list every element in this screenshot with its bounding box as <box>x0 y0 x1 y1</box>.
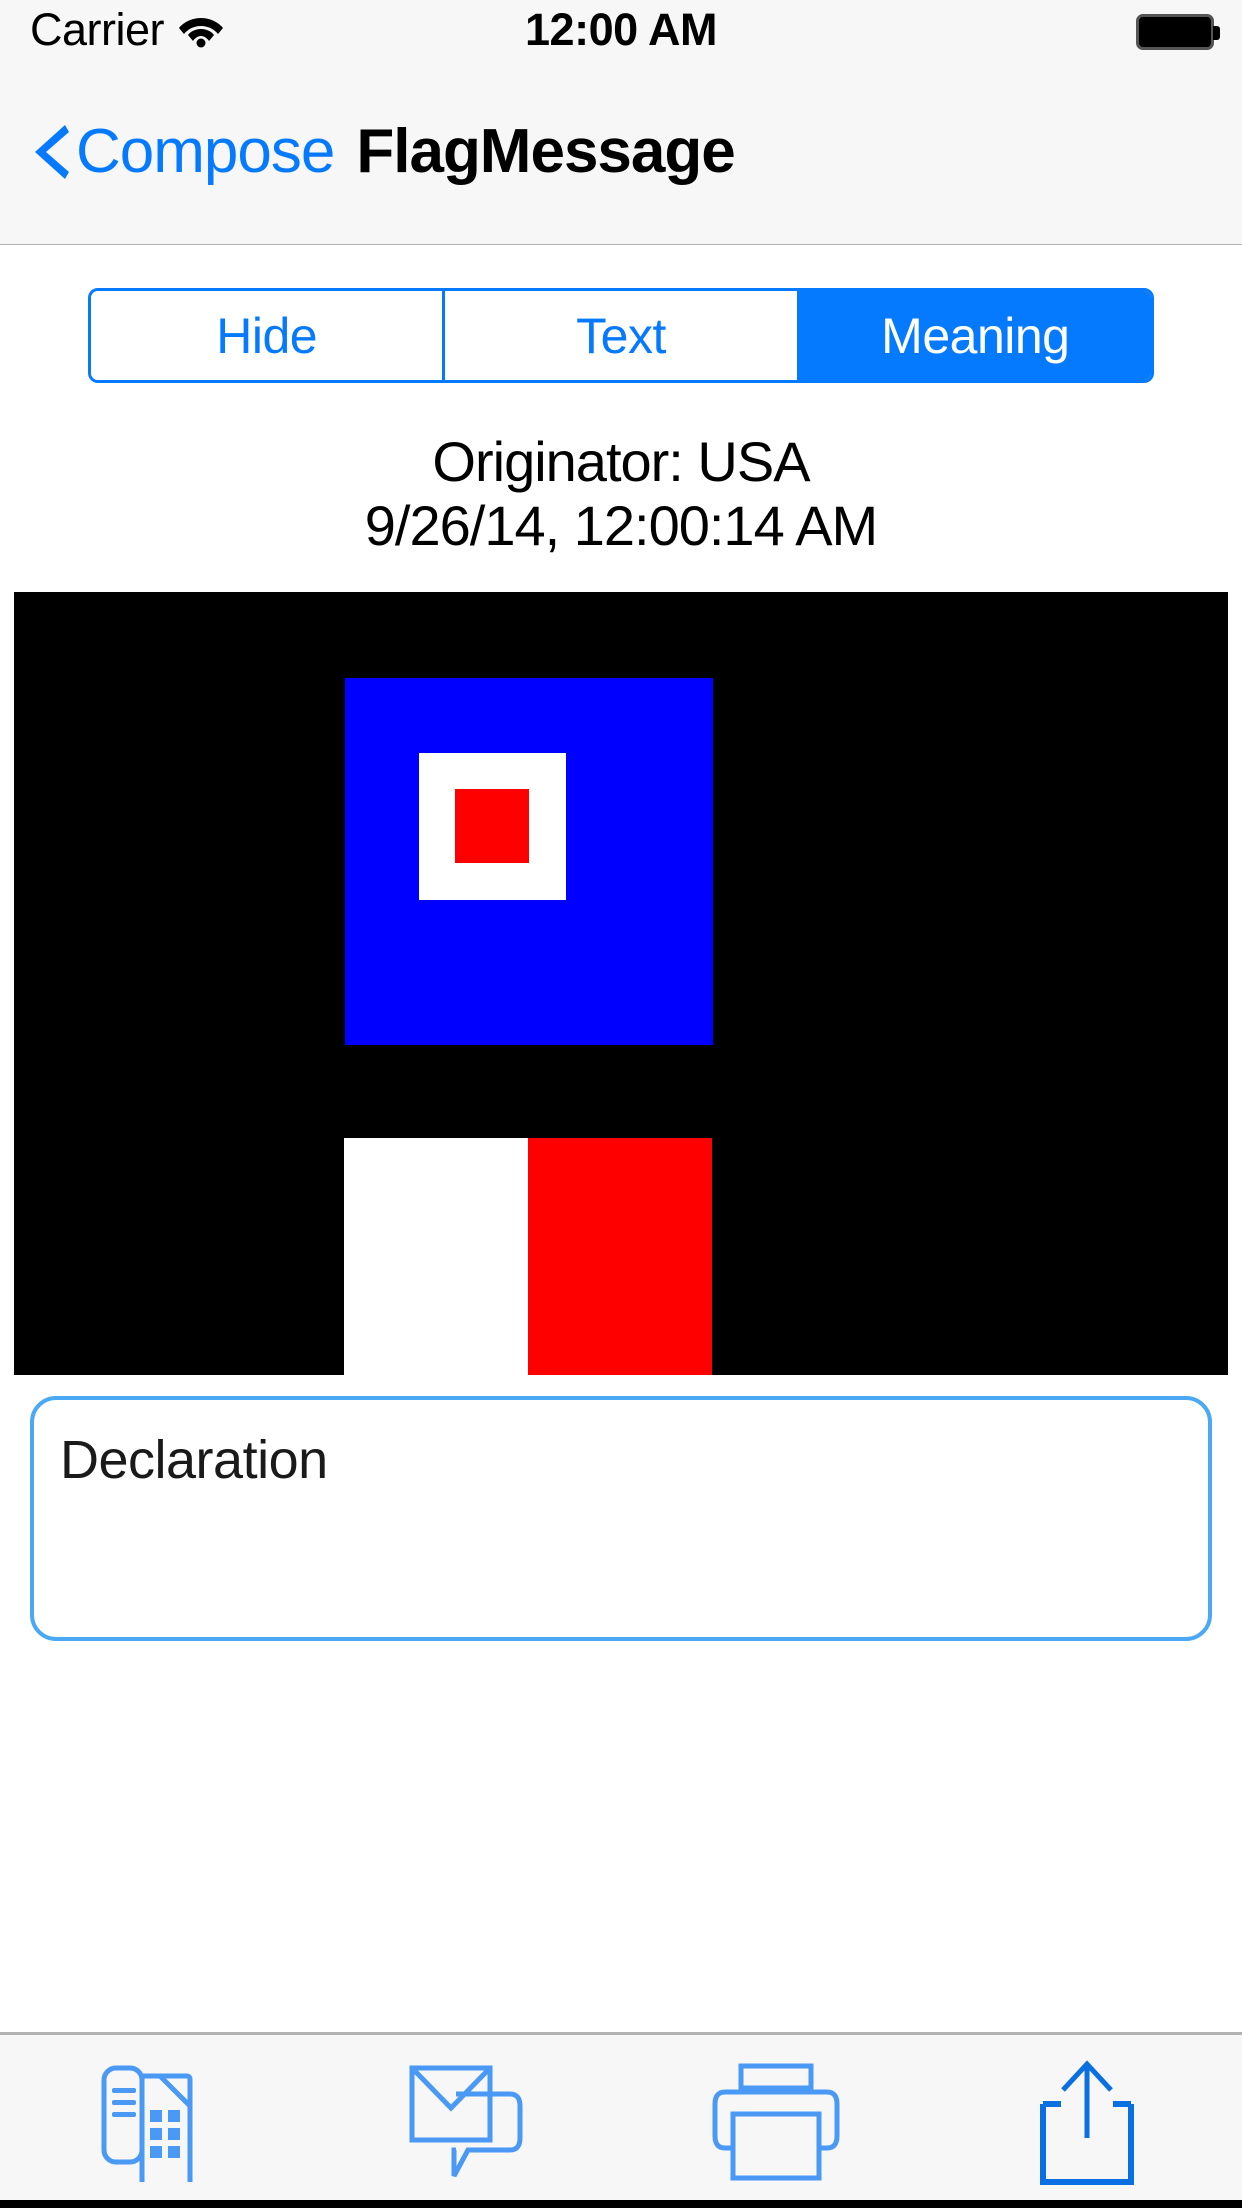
segment-text[interactable]: Text <box>445 291 800 380</box>
chevron-left-icon <box>32 121 72 183</box>
page-title: FlagMessage <box>356 117 735 186</box>
timestamp-label: 9/26/14, 12:00:14 AM <box>364 494 878 558</box>
segment-hide[interactable]: Hide <box>91 291 446 380</box>
fax-button[interactable] <box>0 2035 311 2208</box>
mail-message-icon <box>406 2062 526 2182</box>
flag-foxtrot-red-center <box>455 789 529 863</box>
segment-meaning[interactable]: Meaning <box>799 291 1151 380</box>
battery-full-icon <box>1136 14 1220 50</box>
back-button-label: Compose <box>76 117 335 186</box>
flag-foxtrot <box>345 678 713 1045</box>
display-mode-segmented-control[interactable]: Hide Text Meaning <box>88 288 1154 383</box>
fax-icon <box>100 2062 210 2182</box>
back-button[interactable]: Compose <box>32 117 335 186</box>
home-indicator-bar <box>0 2200 1242 2208</box>
flag-hotel-red-half <box>528 1138 712 1375</box>
status-bar-time: 12:00 AM <box>525 4 717 55</box>
flag-hotel <box>344 1138 712 1375</box>
meaning-text-value: Declaration <box>60 1430 328 1490</box>
flag-display-canvas[interactable] <box>14 592 1228 1375</box>
app-screen: Carrier 12:00 AM Compose FlagMessage Hid… <box>0 0 1242 2208</box>
flag-foxtrot-white-field <box>419 753 566 900</box>
print-button[interactable] <box>621 2035 932 2208</box>
meaning-text-field[interactable]: Declaration <box>30 1396 1212 1641</box>
share-export-icon <box>1037 2056 1137 2188</box>
navigation-bar: Compose FlagMessage <box>0 60 1242 245</box>
printer-icon <box>709 2062 843 2182</box>
share-button[interactable] <box>932 2035 1242 2208</box>
message-meta: Originator: USA 9/26/14, 12:00:14 AM <box>0 430 1242 559</box>
message-button[interactable] <box>311 2035 622 2208</box>
status-bar: Carrier 12:00 AM <box>0 0 1242 60</box>
flag-hotel-white-half <box>344 1138 528 1375</box>
originator-label: Originator: USA <box>432 430 810 493</box>
bottom-toolbar <box>0 2032 1242 2208</box>
